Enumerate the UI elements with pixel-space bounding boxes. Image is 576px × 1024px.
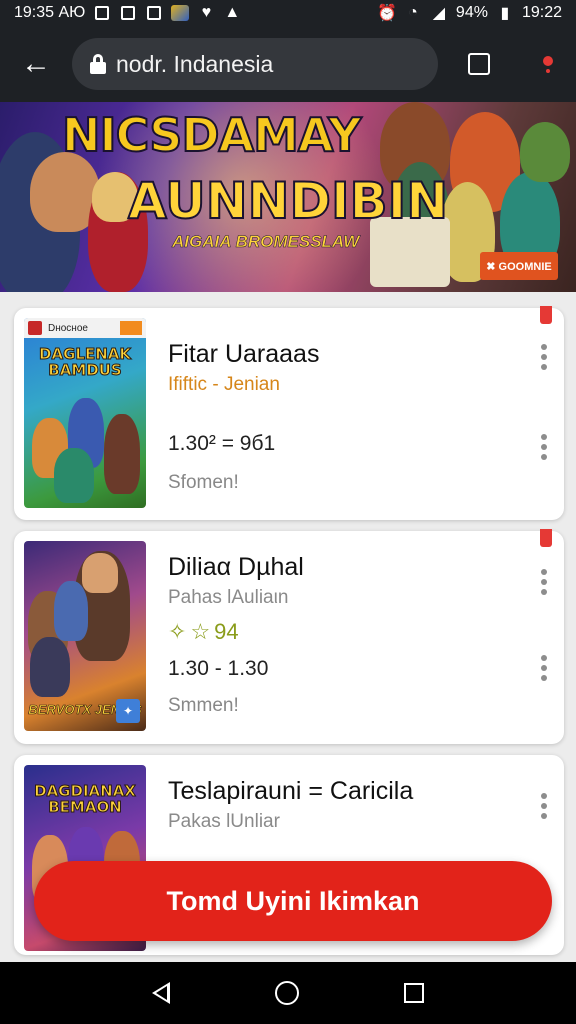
mail-notification-icon [145, 5, 163, 21]
bookmark-icon[interactable] [540, 529, 552, 547]
more-options-icon[interactable] [534, 653, 554, 683]
notification-icon [93, 5, 111, 21]
card-title: Teslapirauni = Caricila [168, 777, 414, 805]
thumbnail-title: DAGDIANAX BEMAON [34, 782, 137, 816]
bookmark-icon[interactable] [540, 306, 552, 324]
more-options-icon[interactable] [534, 432, 554, 462]
card-rating: ✧ ☆ 94 [168, 619, 239, 645]
game-thumbnail[interactable]: Dносное DAGLENAK BAMDUS [24, 318, 146, 508]
battery-percentage: 94% [455, 4, 488, 21]
rating-value: 94 [214, 619, 239, 644]
wifi-icon: ◔ [408, 4, 418, 21]
rating-logo-icon [120, 321, 142, 335]
star-outline-icon: ✧ [168, 619, 187, 644]
signal-icon: ◢ [432, 5, 446, 22]
url-text: nodr. Indanesia [116, 50, 274, 77]
card-status: Sfomen! [168, 472, 239, 493]
game-thumbnail[interactable]: BERVOTX JENBIS ✦ [24, 541, 146, 731]
tab-switcher-button[interactable] [438, 26, 520, 102]
card-status: Smmen! [168, 695, 239, 716]
star-outline-icon: ☆ [190, 619, 211, 644]
alarm-icon: ⏰ [376, 5, 397, 22]
card-title: Fitar Uaraaas [168, 340, 320, 368]
status-time-right: 19:22 [521, 4, 562, 21]
heart-icon: ♥ [201, 4, 212, 21]
menu-icon[interactable] [520, 26, 576, 102]
battery-icon: ▮ [500, 5, 510, 22]
status-time-left: 19:35 АЮ [14, 4, 86, 21]
more-options-icon[interactable] [534, 342, 554, 372]
more-options-icon[interactable] [534, 567, 554, 597]
back-arrow-icon[interactable]: ← [0, 26, 72, 102]
hero-tagline: AIGAIA BROMESSLAW [172, 232, 360, 252]
more-options-icon[interactable] [534, 791, 554, 821]
publisher-logo-icon [28, 321, 42, 335]
card-meta: 1.30 - 1.30 [168, 657, 269, 680]
lock-icon [90, 54, 106, 74]
list-item[interactable]: BERVOTX JENBIS ✦ Diliaα Dµhal Pahas lAul… [14, 529, 564, 744]
status-bar: 19:35 АЮ ♥ ▲ ⏰ ◔ ◢ 94% ▮ 19:22 [0, 0, 576, 26]
card-meta: 1.30² = 9б1 [168, 432, 276, 455]
card-subtitle: Pahas lAuliaιn [168, 587, 289, 608]
system-navigation-bar [0, 962, 576, 1024]
tab-count [468, 53, 490, 75]
game-app-icon [171, 5, 190, 21]
card-title: Diliaα Dµhal [168, 553, 304, 581]
hero-subtitle: AUNNDIBIN [127, 171, 449, 231]
thumbnail-strip-label: Dносное [48, 322, 88, 334]
hero-title: NICSDAMAY [61, 107, 362, 163]
hero-badge[interactable]: ✖ GOOMNIE [480, 252, 558, 280]
list-item[interactable]: Dносное DAGLENAK BAMDUS Fitar Uaraaas If… [14, 306, 564, 520]
nav-home-icon[interactable] [274, 981, 299, 1005]
nav-recents-icon[interactable] [403, 983, 424, 1003]
warning-icon: ▲ [224, 4, 241, 21]
image-notification-icon [119, 5, 137, 21]
thumbnail-header: Dносное [24, 318, 146, 338]
card-subtitle: Ififtic - Jenian [168, 374, 280, 395]
url-bar[interactable]: nodr. Indanesia [72, 38, 438, 90]
browser-toolbar: ← nodr. Indanesia [0, 26, 576, 102]
primary-cta-button[interactable]: Tomd Uyini Ikimkan [34, 861, 552, 941]
share-icon[interactable]: ✦ [116, 699, 140, 723]
nav-back-icon[interactable] [152, 982, 171, 1004]
card-subtitle: Pakas lUnliar [168, 811, 280, 832]
thumbnail-title: DAGLENAK BAMDUS [39, 345, 132, 379]
